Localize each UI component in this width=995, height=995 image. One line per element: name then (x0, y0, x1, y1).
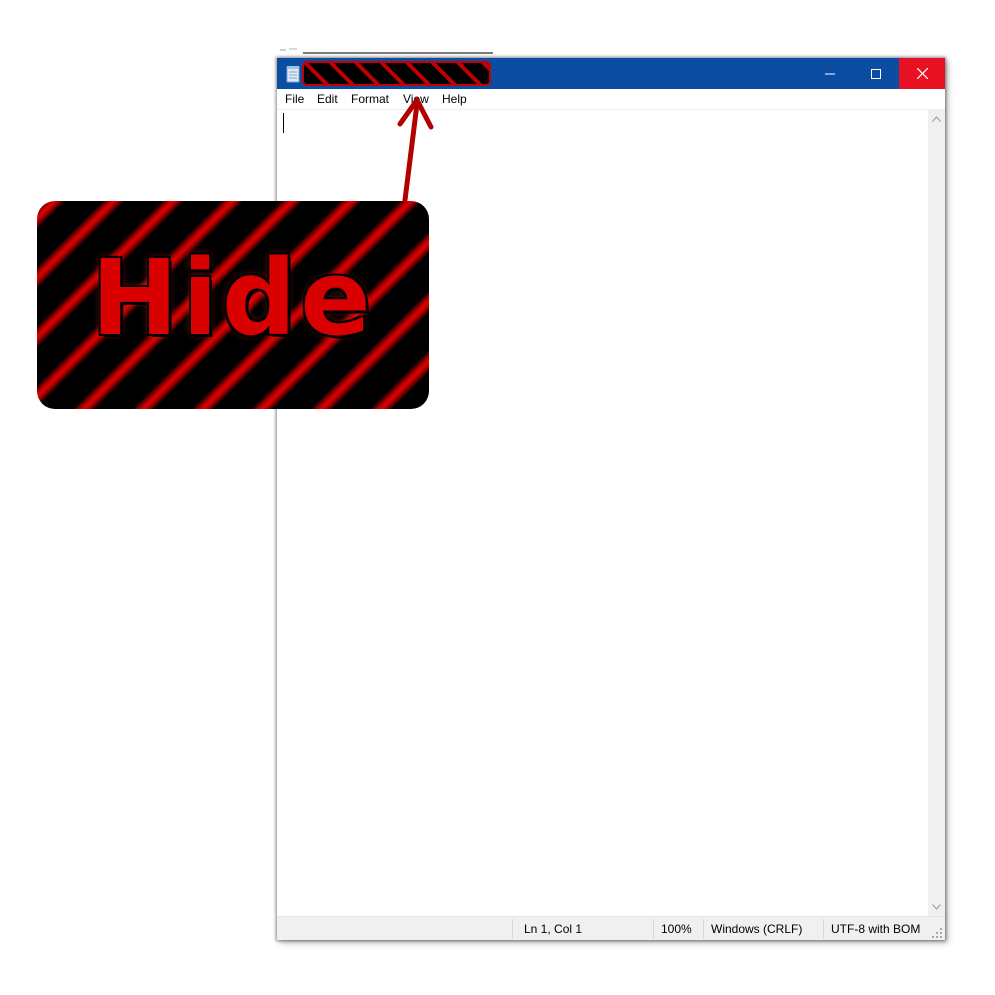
vertical-scrollbar[interactable] (928, 110, 945, 916)
scroll-down-icon[interactable] (932, 904, 941, 910)
status-encoding: UTF-8 with BOM (831, 922, 921, 936)
title-bar[interactable] (277, 58, 945, 89)
status-zoom: 100% (661, 922, 692, 936)
maximize-button[interactable] (853, 58, 899, 89)
text-caret (283, 113, 284, 133)
status-divider (823, 919, 824, 939)
status-line-endings: Windows (CRLF) (711, 922, 803, 936)
menu-help[interactable]: Help (442, 92, 467, 106)
menu-bar: File Edit Format View Help (277, 89, 945, 110)
hide-annotation-label: Hide (91, 237, 375, 359)
close-icon (916, 68, 928, 79)
hide-annotation-badge: Hide (37, 201, 429, 409)
close-button[interactable] (899, 58, 945, 89)
status-divider (703, 919, 704, 939)
status-divider (653, 919, 654, 939)
minimize-icon (825, 73, 835, 74)
notepad-window: File Edit Format View Help Ln 1, Col 1 1… (277, 58, 945, 940)
status-bar: Ln 1, Col 1 100% Windows (CRLF) UTF-8 wi… (277, 916, 945, 940)
status-position: Ln 1, Col 1 (524, 922, 583, 936)
minimize-button[interactable] (807, 58, 853, 89)
menu-format[interactable]: Format (351, 92, 389, 106)
scroll-up-icon[interactable] (932, 116, 941, 122)
resize-grip-icon[interactable] (931, 927, 943, 939)
redacted-window-title (302, 61, 491, 86)
notepad-icon (286, 66, 300, 83)
status-divider (512, 919, 513, 939)
menu-file[interactable]: File (285, 92, 304, 106)
menu-view[interactable]: View (403, 92, 429, 106)
maximize-icon (871, 68, 881, 79)
title-shadow-artifact (280, 48, 493, 54)
menu-edit[interactable]: Edit (317, 92, 338, 106)
